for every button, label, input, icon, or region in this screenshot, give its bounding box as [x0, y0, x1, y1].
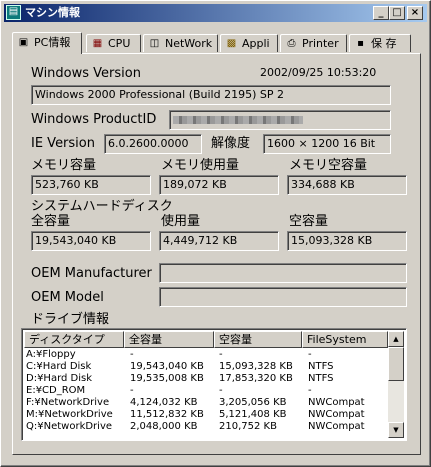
cell-type: C:¥Hard Disk — [26, 361, 92, 372]
cell-filesystem: NTFS — [308, 361, 334, 372]
tab-label: CPU — [108, 37, 131, 50]
cell-total: 2,048,000 KB — [130, 421, 198, 432]
memory-free-label: メモリ空容量 — [289, 158, 368, 173]
window-title: マシン情報 — [25, 6, 80, 19]
memory-free-field: 334,688 KB — [287, 175, 407, 195]
pc-icon: ▣ — [18, 37, 29, 48]
cell-free: 17,853,320 KB — [219, 373, 293, 384]
tab-label: Appli — [242, 37, 270, 50]
redacted-product-id — [173, 116, 303, 124]
cell-total: 19,535,008 KB — [130, 373, 204, 384]
tab-cpu[interactable]: ▦ CPU — [86, 34, 141, 52]
table-row[interactable]: D:¥Hard Disk 19,535,008 KB 17,853,320 KB… — [24, 373, 390, 385]
minimize-button[interactable]: _ — [373, 6, 389, 20]
cell-free: 5,121,408 KB — [219, 409, 287, 420]
disk-total-field: 19,543,040 KB — [31, 231, 151, 251]
cell-filesystem: - — [308, 349, 312, 360]
network-icon: ◫ — [149, 38, 160, 49]
tab-printer[interactable]: ⎙ Printer — [280, 34, 347, 52]
cpu-icon: ▦ — [92, 38, 103, 49]
oem-model-field — [159, 287, 407, 307]
table-row[interactable]: M:¥NetworkDrive 11,512,832 KB 5,121,408 … — [24, 409, 390, 421]
cell-filesystem: NWCompat — [308, 409, 365, 420]
column-header-total[interactable]: 全容量 — [124, 331, 214, 348]
resolution-field: 1600 × 1200 16 Bit — [263, 134, 391, 154]
oem-manufacturer-label: OEM Manufacturer — [31, 266, 152, 281]
cell-free: - — [219, 349, 223, 360]
cell-total: - — [130, 385, 134, 396]
cell-total: - — [130, 349, 134, 360]
cell-free: 3,205,056 KB — [219, 397, 287, 408]
drive-info-label: ドライブ情報 — [31, 312, 110, 327]
memory-total-label: メモリ容量 — [31, 158, 97, 173]
disk-total-label: 全容量 — [31, 214, 71, 229]
cell-total: 11,512,832 KB — [130, 409, 204, 420]
disk-used-field: 4,449,712 KB — [159, 231, 279, 251]
disk-free-label: 空容量 — [289, 214, 329, 229]
table-row[interactable]: A:¥Floppy - - - — [24, 349, 390, 361]
scroll-up-icon[interactable]: ▲ — [388, 331, 404, 347]
windows-version-label: Windows Version — [31, 66, 141, 81]
table-row[interactable]: C:¥Hard Disk 19,543,040 KB 15,093,328 KB… — [24, 361, 390, 373]
tab-label: 保 存 — [371, 37, 397, 50]
cell-free: 15,093,328 KB — [219, 361, 293, 372]
scroll-down-icon[interactable]: ▼ — [388, 422, 404, 438]
resolution-label: 解像度 — [211, 136, 251, 151]
cell-type: E:¥CD_ROM — [26, 385, 86, 396]
column-header-filesystem[interactable]: FileSystem — [302, 331, 388, 348]
cell-filesystem: - — [308, 385, 312, 396]
close-button[interactable]: × — [407, 6, 423, 20]
tab-label: NetWork — [165, 37, 213, 50]
oem-manufacturer-field — [159, 263, 407, 283]
tab-label: Printer — [302, 37, 339, 50]
memory-used-field: 189,072 KB — [159, 175, 279, 195]
product-id-field — [169, 110, 391, 130]
scroll-thumb[interactable] — [388, 347, 404, 381]
cell-type: F:¥NetworkDrive — [26, 397, 110, 408]
tab-appli[interactable]: ▩ Appli — [220, 34, 278, 52]
tab-label: PC情報 — [34, 36, 71, 49]
save-icon: ▪ — [357, 38, 364, 49]
disk-free-field: 15,093,328 KB — [287, 231, 407, 251]
table-row[interactable]: E:¥CD_ROM - - - — [24, 385, 390, 397]
appli-icon: ▩ — [226, 38, 237, 49]
tab-pc-info[interactable]: ▣ PC情報 — [12, 32, 82, 54]
datetime-text: 2002/09/25 10:53:20 — [260, 66, 377, 79]
system-disk-label: システムハードディスク — [31, 199, 173, 214]
drive-list[interactable]: ディスクタイプ 全容量 空容量 FileSystem A:¥Floppy - -… — [21, 328, 407, 441]
disk-used-label: 使用量 — [161, 214, 201, 229]
title-bar[interactable]: ▤ マシン情報 _ □ × — [4, 4, 427, 22]
printer-icon: ⎙ — [287, 38, 296, 49]
tab-save[interactable]: ▪ 保 存 — [349, 34, 411, 52]
cell-filesystem: NWCompat — [308, 421, 365, 432]
vertical-scrollbar[interactable]: ▲ ▼ — [388, 331, 404, 438]
cell-free: 210,752 KB — [219, 421, 277, 432]
cell-type: Q:¥NetworkDrive — [26, 421, 113, 432]
column-header-disk-type[interactable]: ディスクタイプ — [24, 331, 124, 348]
cell-type: A:¥Floppy — [26, 349, 76, 360]
cell-total: 19,543,040 KB — [130, 361, 204, 372]
main-window: ▤ マシン情報 _ □ × ▣ PC情報 ▦ CPU ◫ NetWork ▩ A… — [0, 0, 431, 467]
ie-version-field: 6.0.2600.0000 — [104, 134, 202, 154]
cell-filesystem: NWCompat — [308, 397, 365, 408]
cell-free: - — [219, 385, 223, 396]
table-row[interactable]: Q:¥NetworkDrive 2,048,000 KB 210,752 KB … — [24, 421, 390, 433]
column-header-free[interactable]: 空容量 — [214, 331, 302, 348]
cell-type: M:¥NetworkDrive — [26, 409, 113, 420]
cell-type: D:¥Hard Disk — [26, 373, 93, 384]
cell-total: 4,124,032 KB — [130, 397, 198, 408]
product-id-label: Windows ProductID — [31, 112, 157, 127]
memory-total-field: 523,760 KB — [31, 175, 151, 195]
tab-network[interactable]: ◫ NetWork — [143, 34, 218, 52]
cell-filesystem: NTFS — [308, 373, 334, 384]
oem-model-label: OEM Model — [31, 290, 104, 305]
table-row[interactable]: F:¥NetworkDrive 4,124,032 KB 3,205,056 K… — [24, 397, 390, 409]
windows-version-field: Windows 2000 Professional (Build 2195) S… — [31, 85, 391, 105]
app-icon[interactable]: ▤ — [6, 5, 21, 20]
maximize-button[interactable]: □ — [389, 6, 405, 20]
ie-version-label: IE Version — [31, 136, 95, 151]
memory-used-label: メモリ使用量 — [161, 158, 240, 173]
